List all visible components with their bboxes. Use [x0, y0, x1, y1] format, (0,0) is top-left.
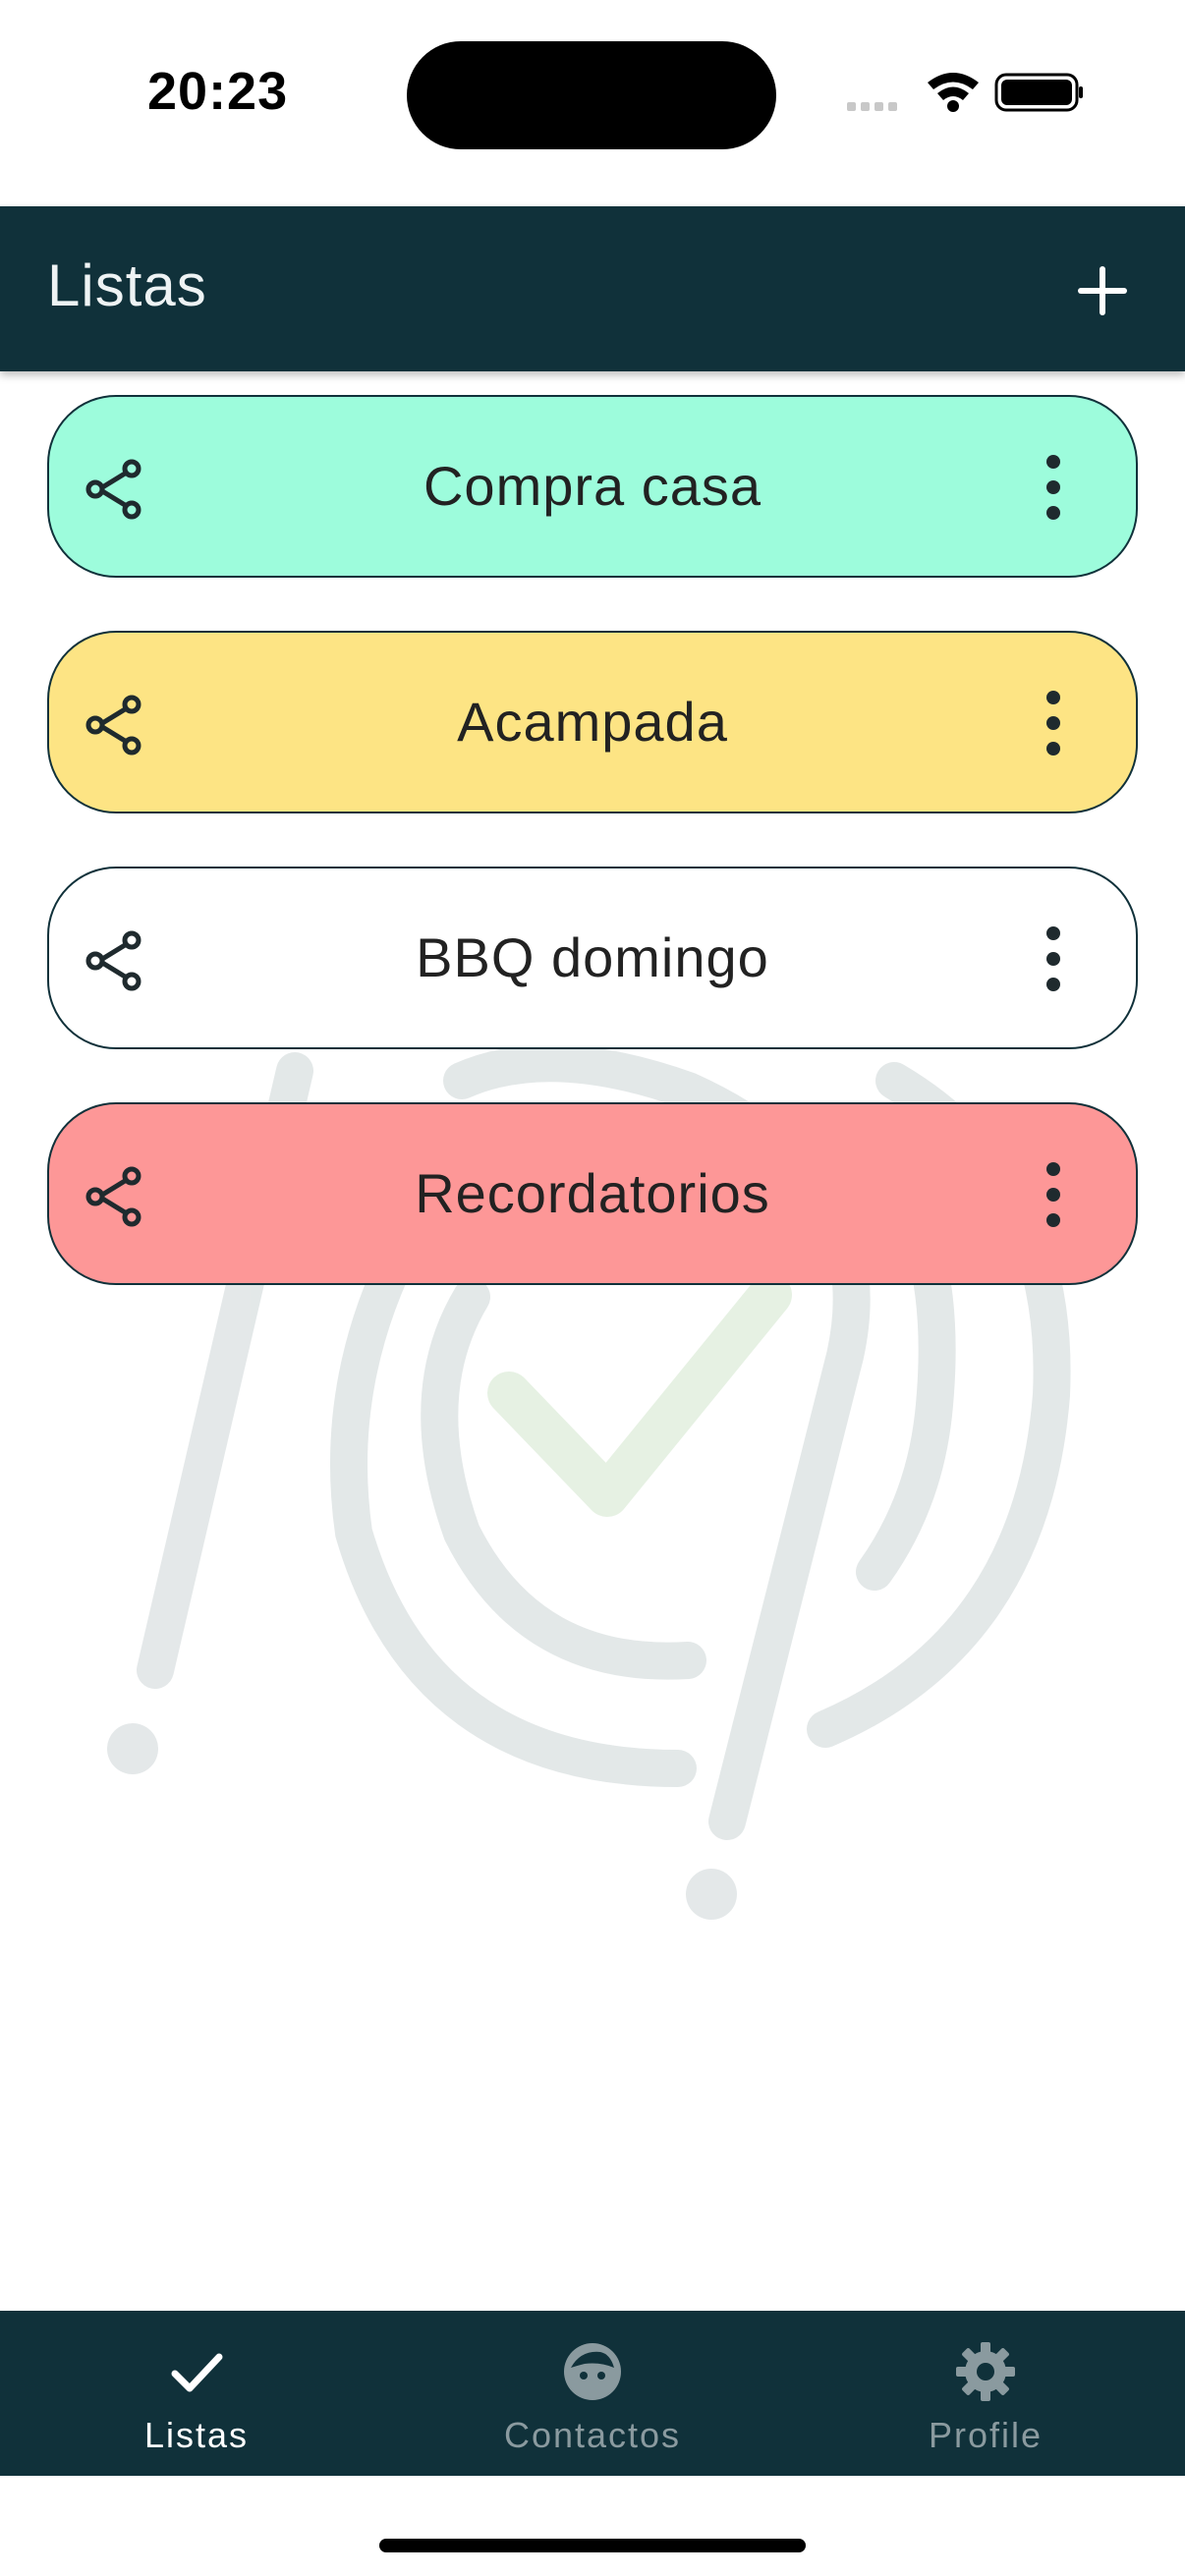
nav-label: Listas — [143, 2415, 250, 2455]
home-indicator — [379, 2539, 806, 2552]
more-options-icon[interactable] — [1034, 918, 1073, 1000]
dynamic-island — [407, 41, 776, 149]
bottom-navigation: Listas Contactos Profile — [0, 2311, 1185, 2476]
plus-icon — [1078, 266, 1127, 315]
share-icon[interactable] — [83, 694, 145, 756]
more-options-icon[interactable] — [1034, 1153, 1073, 1236]
nav-item-contactos[interactable]: Contactos — [445, 2311, 740, 2476]
app-bar: Listas — [0, 206, 1185, 371]
nav-item-profile[interactable]: Profile — [838, 2311, 1133, 2476]
face-icon — [564, 2343, 621, 2400]
status-icons — [847, 73, 1083, 112]
add-list-button[interactable] — [1067, 255, 1138, 326]
status-time: 20:23 — [147, 62, 289, 121]
status-bar: 20:23 — [0, 0, 1185, 206]
list-name: Acampada — [457, 691, 728, 753]
nav-label: Contactos — [503, 2415, 682, 2455]
list-name: Recordatorios — [415, 1162, 770, 1224]
battery-icon — [994, 73, 1083, 112]
page-title: Listas — [47, 252, 207, 318]
more-options-icon[interactable] — [1034, 446, 1073, 529]
wifi-icon — [928, 73, 979, 112]
cellular-signal-icon — [847, 102, 897, 111]
list-card[interactable]: Acampada — [47, 631, 1138, 813]
more-options-icon[interactable] — [1034, 682, 1073, 764]
gear-icon — [956, 2342, 1015, 2401]
list-name: Compra casa — [423, 455, 762, 517]
list-name: BBQ domingo — [416, 926, 769, 988]
list-card[interactable]: Recordatorios — [47, 1102, 1138, 1285]
check-icon — [171, 2353, 223, 2392]
share-icon[interactable] — [83, 929, 145, 992]
list-card[interactable]: BBQ domingo — [47, 867, 1138, 1049]
nav-label: Profile — [928, 2415, 1044, 2455]
list-card[interactable]: Compra casa — [47, 395, 1138, 578]
share-icon[interactable] — [83, 458, 145, 521]
share-icon[interactable] — [83, 1165, 145, 1228]
nav-item-listas[interactable]: Listas — [49, 2311, 344, 2476]
